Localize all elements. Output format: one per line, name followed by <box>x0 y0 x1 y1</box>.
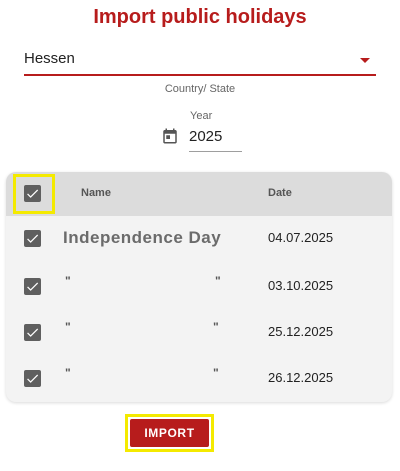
row-checkbox[interactable] <box>24 230 41 247</box>
holiday-date: 04.07.2025 <box>268 230 334 245</box>
import-button[interactable]: IMPORT <box>130 419 209 447</box>
row-checkbox[interactable] <box>24 324 41 341</box>
holidays-table: Name Date Independence Day 04.07.2025 " … <box>6 172 392 402</box>
holiday-name: Independence Day <box>63 228 222 247</box>
holiday-date: 25.12.2025 <box>268 324 334 339</box>
table-row: " " 26.12.2025 <box>6 356 392 402</box>
table-row: " " 25.12.2025 <box>6 310 392 356</box>
check-icon <box>27 374 39 383</box>
column-header-date[interactable]: Date <box>268 187 292 199</box>
holiday-date: 26.12.2025 <box>268 370 334 385</box>
holiday-name-close-quote: " <box>215 274 221 288</box>
check-icon <box>27 282 39 291</box>
country-state-value: Hessen <box>24 50 75 67</box>
dialog-title: Import public holidays <box>93 6 307 28</box>
column-header-name[interactable]: Name <box>81 187 111 199</box>
holiday-date: 03.10.2025 <box>268 278 334 293</box>
check-icon <box>27 189 39 198</box>
year-label: Year <box>190 110 213 122</box>
country-state-select[interactable]: Hessen <box>24 48 376 76</box>
holiday-name-close-quote: " <box>213 366 219 380</box>
table-row: " " 03.10.2025 <box>6 264 392 310</box>
calendar-icon[interactable] <box>161 127 179 145</box>
country-state-hint: Country/ State <box>164 83 236 95</box>
holiday-name-open-quote: " <box>65 274 71 288</box>
holiday-name-open-quote: " <box>65 320 71 334</box>
holiday-name-open-quote: " <box>65 366 71 380</box>
table-row: Independence Day 04.07.2025 <box>6 216 392 262</box>
row-checkbox[interactable] <box>24 278 41 295</box>
dropdown-arrow-icon[interactable] <box>360 58 370 63</box>
table-header: Name Date <box>6 172 392 216</box>
select-all-checkbox[interactable] <box>24 185 41 202</box>
check-icon <box>27 234 39 243</box>
year-input[interactable]: 2025 <box>189 126 242 152</box>
row-checkbox[interactable] <box>24 370 41 387</box>
check-icon <box>27 328 39 337</box>
holiday-name-close-quote: " <box>213 320 219 334</box>
